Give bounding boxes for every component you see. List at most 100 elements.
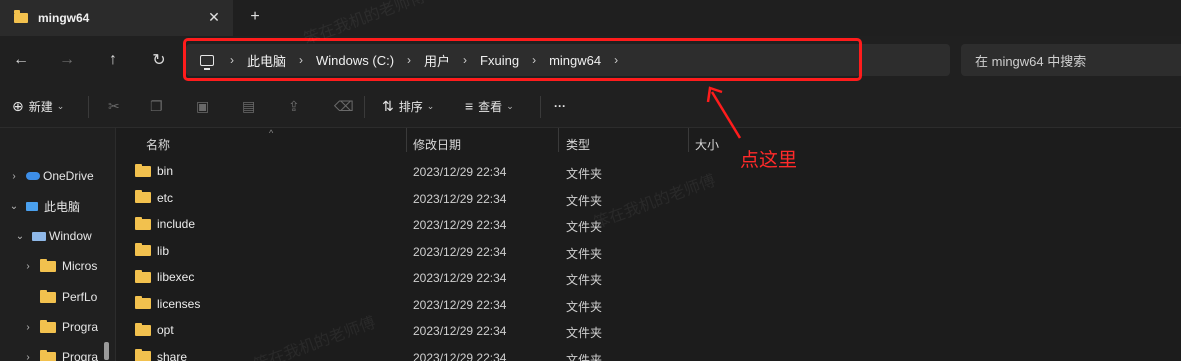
column-divider[interactable] [558, 128, 559, 152]
chevron-down-icon[interactable]: ⌄ [8, 201, 20, 212]
delete-button[interactable]: ⌫ [334, 94, 359, 118]
file-type: 文件夹 [566, 326, 603, 340]
file-date: 2023/12/29 22:34 [413, 218, 507, 232]
copy-icon: ❐ [150, 97, 163, 114]
file-row-include[interactable]: include 2023/12/29 22:34 文件夹 [117, 212, 717, 238]
view-label: 查看 [478, 99, 503, 114]
file-name: lib [135, 243, 170, 258]
paste-button[interactable]: ▣ [196, 94, 214, 118]
sidebar-item-program-files[interactable]: › Progra [22, 315, 98, 339]
share-icon: ⇪ [288, 97, 300, 114]
file-row-share[interactable]: share 2023/12/29 22:34 文件夹 [117, 345, 717, 361]
chevron-right-icon[interactable]: › [22, 322, 34, 333]
file-type: 文件夹 [566, 273, 603, 287]
file-date: 2023/12/29 22:34 [413, 271, 507, 285]
column-divider[interactable] [688, 128, 689, 152]
sidebar-item-label: 此电脑 [44, 199, 81, 214]
toolbar-divider [88, 96, 89, 118]
file-list: ^ 名称 修改日期 类型 大小 bin 2023/12/29 22:34 文件夹 et… [117, 128, 1181, 361]
sort-button[interactable]: ⇅ 排序 ⌄ [382, 94, 434, 118]
copy-button[interactable]: ❐ [150, 94, 168, 118]
file-type: 文件夹 [566, 299, 603, 314]
new-button[interactable]: ⊕ 新建 ⌄ [12, 94, 64, 118]
annotation-arrow [706, 86, 742, 139]
column-header-name[interactable]: 名称 [146, 136, 170, 153]
file-type: 文件夹 [566, 352, 603, 361]
file-name-label: licenses [157, 296, 201, 311]
sidebar-item-onedrive[interactable]: › OneDrive [8, 164, 94, 188]
file-type: 文件夹 [566, 246, 603, 261]
more-options-button[interactable]: ··· [554, 94, 566, 118]
chevron-down-icon[interactable]: ⌄ [14, 231, 26, 242]
tab-mingw64[interactable]: mingw64 ✕ [0, 0, 233, 36]
plus-circle-icon: ⊕ [12, 97, 24, 114]
sort-label: 排序 [398, 99, 423, 114]
title-bar: mingw64 ✕ + [0, 0, 1181, 36]
navigation-pane: › OneDrive ⌄ 此电脑 ⌄ Window › Micros PerfL… [0, 128, 116, 361]
chevron-down-icon: ⌄ [426, 100, 435, 111]
column-header-type[interactable]: 类型 [566, 136, 590, 153]
file-name-label: lib [157, 243, 170, 258]
file-row-libexec[interactable]: libexec 2023/12/29 22:34 文件夹 [117, 265, 717, 291]
scissors-icon: ✂ [108, 97, 120, 114]
file-name: etc [135, 190, 173, 205]
rename-button[interactable]: ▤ [242, 94, 260, 118]
sidebar-item-label: PerfLo [62, 290, 98, 304]
monitor-icon [26, 201, 38, 211]
sidebar-item-label: OneDrive [43, 169, 94, 183]
folder-icon [135, 163, 151, 177]
command-bar: ⊕ 新建 ⌄ ✂ ❐ ▣ ▤ ⇪ ⌫ ⇅ 排序 ⌄ ≡ 查看 ⌄ ··· [0, 84, 1181, 128]
sidebar-item-label: Progra [62, 320, 99, 334]
chevron-right-icon[interactable]: › [22, 352, 34, 361]
file-date: 2023/12/29 22:34 [413, 350, 507, 361]
file-date: 2023/12/29 22:34 [413, 191, 507, 206]
rename-icon: ▤ [242, 97, 256, 114]
folder-icon [135, 296, 151, 309]
sort-icon: ⇅ [382, 97, 394, 114]
file-name-label: bin [157, 164, 174, 178]
file-date: 2023/12/29 22:34 [413, 324, 507, 338]
folder-icon [135, 243, 151, 256]
view-button[interactable]: ≡ 查看 ⌄ [465, 94, 514, 118]
file-name: include [135, 216, 195, 231]
sidebar-item-this-pc[interactable]: ⌄ 此电脑 [8, 194, 80, 218]
sidebar-scrollbar[interactable] [104, 342, 109, 360]
file-name-label: share [157, 349, 188, 361]
refresh-button[interactable]: ↻ [146, 48, 172, 72]
file-row-bin[interactable]: bin 2023/12/29 22:34 文件夹 [117, 159, 717, 185]
file-row-licenses[interactable]: licenses 2023/12/29 22:34 文件夹 [117, 292, 717, 318]
file-date: 2023/12/29 22:34 [413, 297, 507, 312]
back-button[interactable]: ← [8, 48, 34, 72]
column-divider[interactable] [406, 128, 407, 152]
file-name: licenses [135, 296, 201, 311]
new-tab-button[interactable]: + [244, 6, 266, 28]
sidebar-item-program-files-x86[interactable]: › Progra [22, 345, 98, 361]
view-icon: ≡ [465, 98, 474, 114]
file-type: 文件夹 [566, 220, 603, 234]
close-tab-icon[interactable]: ✕ [204, 7, 224, 27]
sidebar-item-perflogs[interactable]: PerfLo [40, 285, 97, 309]
chevron-right-icon[interactable]: › [8, 171, 20, 182]
toolbar-divider [364, 96, 365, 118]
sidebar-item-windows-c[interactable]: ⌄ Window [14, 224, 92, 248]
folder-icon [14, 10, 28, 23]
share-button[interactable]: ⇪ [288, 94, 305, 118]
column-header-date[interactable]: 修改日期 [413, 136, 461, 153]
file-name: share [135, 349, 188, 361]
folder-icon [40, 289, 56, 303]
file-row-opt[interactable]: opt 2023/12/29 22:34 文件夹 [117, 318, 717, 344]
chevron-right-icon[interactable]: › [22, 261, 34, 272]
sort-ascending-icon: ^ [269, 128, 274, 138]
folder-icon [135, 322, 151, 336]
up-button[interactable]: ↑ [100, 48, 126, 72]
tab-title: mingw64 [38, 11, 90, 25]
sidebar-item-microsoft[interactable]: › Micros [22, 254, 97, 278]
address-row: ← → ↑ ↻ › 此电脑 › Windows (C:) › 用户 › Fxui… [0, 36, 1181, 84]
search-input[interactable]: 在 mingw64 中搜索 [961, 44, 1181, 76]
cut-button[interactable]: ✂ [108, 94, 125, 118]
forward-button[interactable]: → [54, 48, 80, 72]
cloud-icon [26, 172, 40, 180]
file-name: bin [135, 163, 174, 178]
file-row-lib[interactable]: lib 2023/12/29 22:34 文件夹 [117, 239, 717, 265]
file-row-etc[interactable]: etc 2023/12/29 22:34 文件夹 [117, 186, 717, 212]
